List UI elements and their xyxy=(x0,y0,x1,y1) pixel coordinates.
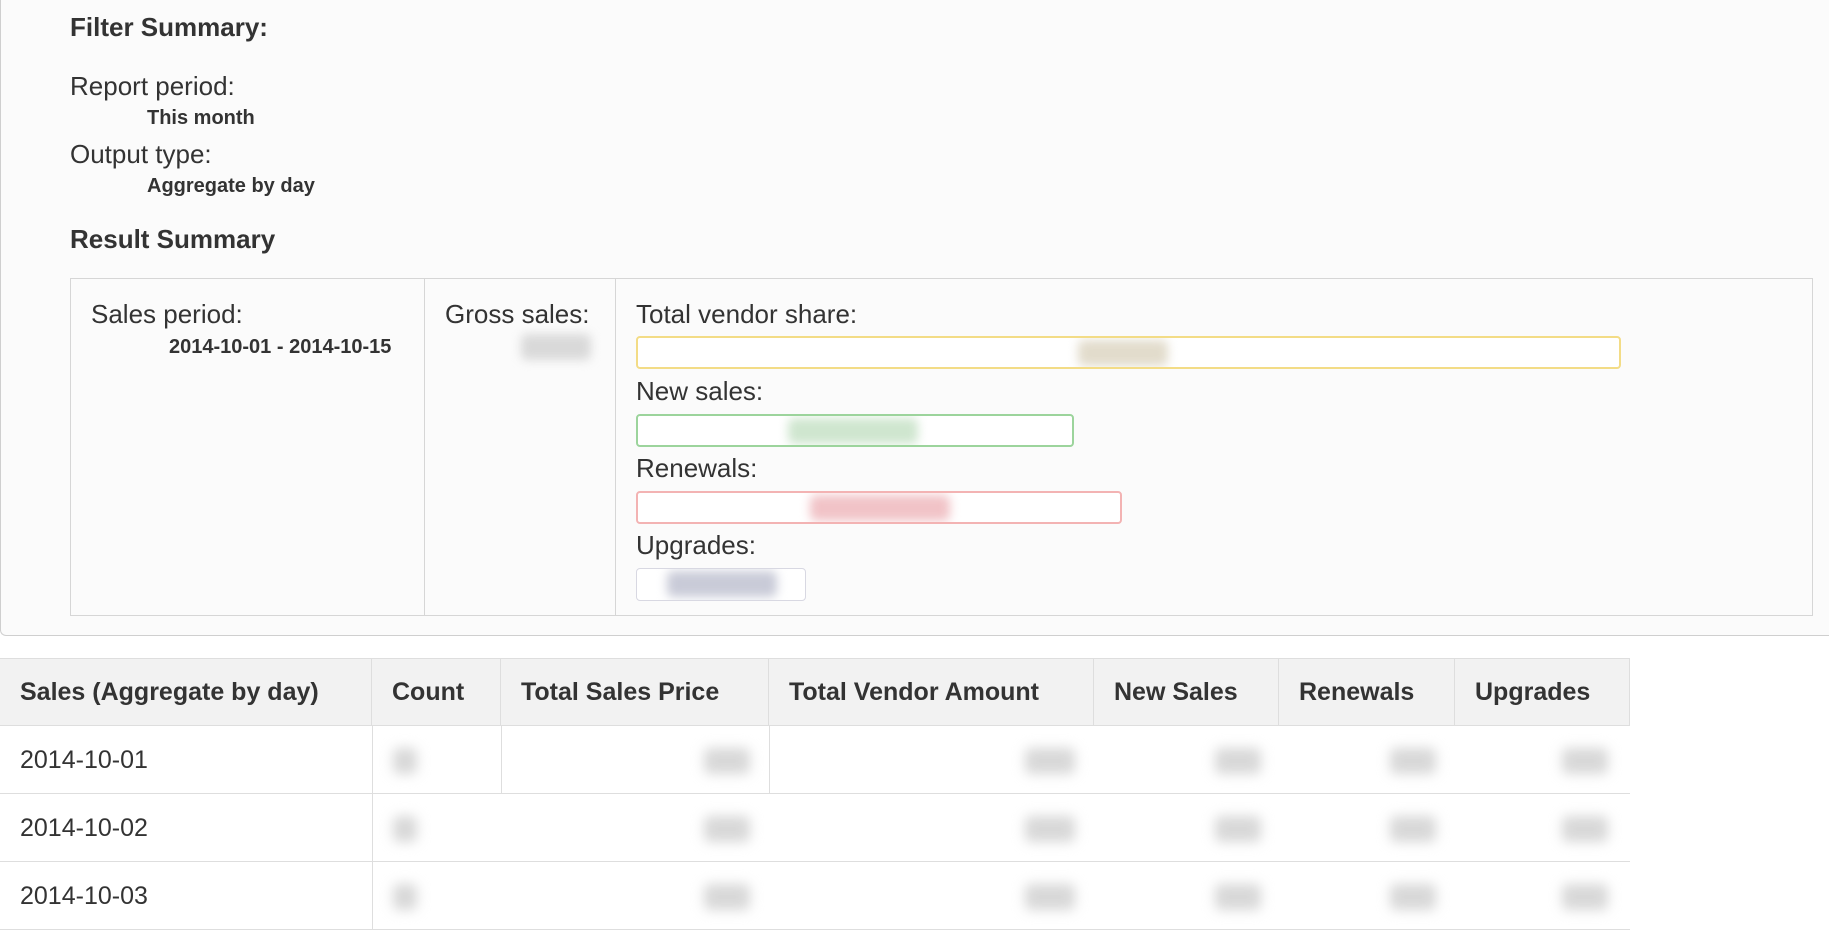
filter-summary-heading: Filter Summary: xyxy=(70,12,268,42)
renewals-redacted xyxy=(1390,884,1436,910)
column-divider xyxy=(372,862,373,929)
total-vendor-share-bar xyxy=(636,336,1621,369)
new-sales-value-redacted xyxy=(788,418,918,444)
sales-period-label: Sales period: xyxy=(91,299,243,329)
output-type-value: Aggregate by day xyxy=(147,175,315,197)
new-sales-redacted xyxy=(1215,816,1261,842)
gross-sales-column: Gross sales: xyxy=(425,279,616,615)
count-value-redacted xyxy=(393,748,417,774)
column-header-upgrades[interactable]: Upgrades xyxy=(1455,659,1630,725)
column-divider xyxy=(769,726,770,793)
column-header-count[interactable]: Count xyxy=(372,659,501,725)
new-sales-redacted xyxy=(1215,884,1261,910)
row-date: 2014-10-02 xyxy=(20,814,148,842)
table-row: 2014-10-03 xyxy=(0,862,1630,930)
gross-sales-label: Gross sales: xyxy=(445,299,590,329)
gross-sales-value-redacted xyxy=(521,334,591,360)
renewals-value-redacted xyxy=(810,495,950,521)
upgrades-bar xyxy=(636,568,806,601)
column-header-new-sales[interactable]: New Sales xyxy=(1094,659,1279,725)
column-divider xyxy=(372,726,373,793)
report-period-value: This month xyxy=(147,107,255,129)
total-sales-price-redacted xyxy=(704,748,750,774)
upgrades-redacted xyxy=(1562,884,1608,910)
table-row: 2014-10-01 xyxy=(0,726,1630,794)
summary-panel: Filter Summary: Report period: This mont… xyxy=(0,0,1829,636)
table-header-row: Sales (Aggregate by day) Count Total Sal… xyxy=(0,658,1630,726)
renewals-redacted xyxy=(1390,816,1436,842)
upgrades-label: Upgrades: xyxy=(636,530,756,560)
renewals-redacted xyxy=(1390,748,1436,774)
total-sales-price-redacted xyxy=(704,884,750,910)
column-header-total-sales-price[interactable]: Total Sales Price xyxy=(501,659,769,725)
result-summary-box: Sales period: 2014-10-01 - 2014-10-15 Gr… xyxy=(70,278,1813,616)
result-summary-heading: Result Summary xyxy=(70,224,276,254)
report-period-label: Report period: xyxy=(70,71,235,101)
column-header-sales-date[interactable]: Sales (Aggregate by day) xyxy=(0,659,372,725)
total-vendor-share-value-redacted xyxy=(1078,340,1168,366)
count-value-redacted xyxy=(393,816,417,842)
sales-period-value: 2014-10-01 - 2014-10-15 xyxy=(169,336,392,358)
new-sales-bar xyxy=(636,414,1074,447)
column-header-renewals[interactable]: Renewals xyxy=(1279,659,1455,725)
total-vendor-share-label: Total vendor share: xyxy=(636,299,858,329)
renewals-label: Renewals: xyxy=(636,453,758,483)
row-date: 2014-10-01 xyxy=(20,746,148,774)
upgrades-redacted xyxy=(1562,748,1608,774)
sales-period-column: Sales period: 2014-10-01 - 2014-10-15 xyxy=(71,279,425,615)
total-vendor-amount-redacted xyxy=(1025,884,1075,910)
column-divider xyxy=(372,794,373,861)
column-header-total-vendor-amount[interactable]: Total Vendor Amount xyxy=(769,659,1094,725)
total-vendor-amount-redacted xyxy=(1025,748,1075,774)
new-sales-redacted xyxy=(1215,748,1261,774)
renewals-bar xyxy=(636,491,1122,524)
count-value-redacted xyxy=(393,884,417,910)
row-date: 2014-10-03 xyxy=(20,882,148,910)
output-type-label: Output type: xyxy=(70,139,212,169)
total-sales-price-redacted xyxy=(704,816,750,842)
upgrades-value-redacted xyxy=(667,571,777,597)
total-vendor-amount-redacted xyxy=(1025,816,1075,842)
vendor-share-column: Total vendor share: New sales: Renewals:… xyxy=(616,279,1812,615)
upgrades-redacted xyxy=(1562,816,1608,842)
new-sales-label: New sales: xyxy=(636,376,764,406)
column-divider xyxy=(501,726,502,793)
table-row: 2014-10-02 xyxy=(0,794,1630,862)
